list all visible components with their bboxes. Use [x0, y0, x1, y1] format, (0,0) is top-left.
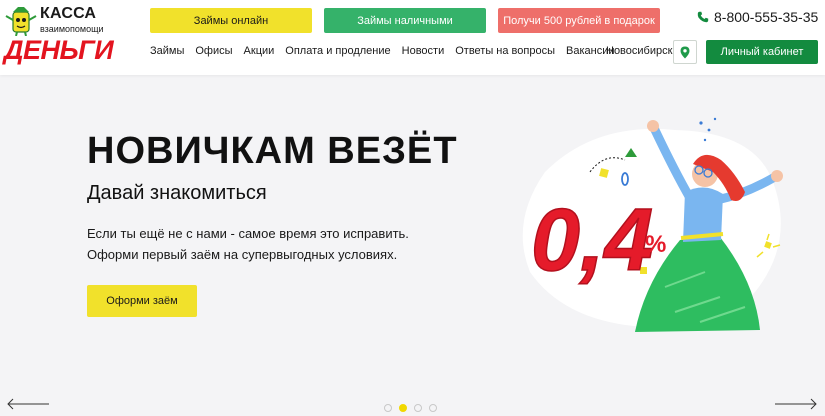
- main-nav: Займы Офисы Акции Оплата и продление Нов…: [150, 45, 626, 57]
- rate-badge: 0,4 %: [530, 189, 666, 290]
- logo-main-text: ДЕНЬГИ: [4, 35, 114, 65]
- arrow-left-icon: [7, 398, 49, 410]
- carousel-dot-3[interactable]: [414, 404, 422, 412]
- city-selector[interactable]: Новосибирск: [606, 45, 672, 57]
- carousel-dot-1[interactable]: [384, 404, 392, 412]
- hero-description-line-1: Если ты ещё не с нами - самое время это …: [87, 226, 409, 241]
- carousel-dot-2[interactable]: [399, 404, 407, 412]
- logo-sub-text: взаимопомощи: [40, 24, 104, 34]
- hero-subtitle: Давай знакомиться: [87, 182, 267, 204]
- apply-loan-button[interactable]: Оформи заём: [87, 285, 197, 317]
- arrow-right-icon: [775, 398, 817, 410]
- hero-description: Если ты ещё не с нами - самое время это …: [87, 223, 409, 265]
- hero-description-line-2: Оформи первый заём на супервыгодных усло…: [87, 247, 398, 262]
- location-button[interactable]: [673, 40, 697, 64]
- nav-item-loans[interactable]: Займы: [150, 45, 184, 57]
- logo[interactable]: КАССА взаимопомощи ДЕНЬГИ: [4, 4, 116, 65]
- loans-cash-button[interactable]: Займы наличными: [324, 8, 486, 33]
- prev-slide-button[interactable]: [6, 398, 50, 410]
- nav-item-payment[interactable]: Оплата и продление: [285, 45, 390, 57]
- nav-item-offices[interactable]: Офисы: [195, 45, 232, 57]
- rate-value: 0,4: [531, 190, 653, 289]
- nav-item-promotions[interactable]: Акции: [244, 45, 275, 57]
- gift-500-button[interactable]: Получи 500 рублей в подарок: [498, 8, 660, 33]
- personal-account-button[interactable]: Личный кабинет: [706, 40, 818, 64]
- phone-link[interactable]: 8-800-555-35-35: [697, 9, 818, 25]
- nav-item-news[interactable]: Новости: [402, 45, 445, 57]
- phone-number: 8-800-555-35-35: [714, 9, 819, 25]
- next-slide-button[interactable]: [774, 398, 818, 410]
- phone-icon: [697, 11, 709, 23]
- logo-top-text: КАССА: [40, 5, 97, 22]
- loans-online-button[interactable]: Займы онлайн: [150, 8, 312, 33]
- rate-percent: %: [645, 231, 666, 258]
- hero-title: НОВИЧКАМ ВЕЗЁТ: [87, 130, 458, 172]
- nav-item-faq[interactable]: Ответы на вопросы: [455, 45, 555, 57]
- carousel-pagination: [384, 404, 444, 412]
- logo-mascot-icon: [5, 7, 37, 36]
- hero-illustration: 0,4 %: [522, 117, 783, 332]
- site-header: КАССА взаимопомощи ДЕНЬГИ Займы онлайн З…: [0, 0, 825, 75]
- location-pin-icon: [680, 46, 690, 58]
- carousel-dot-4[interactable]: [429, 404, 437, 412]
